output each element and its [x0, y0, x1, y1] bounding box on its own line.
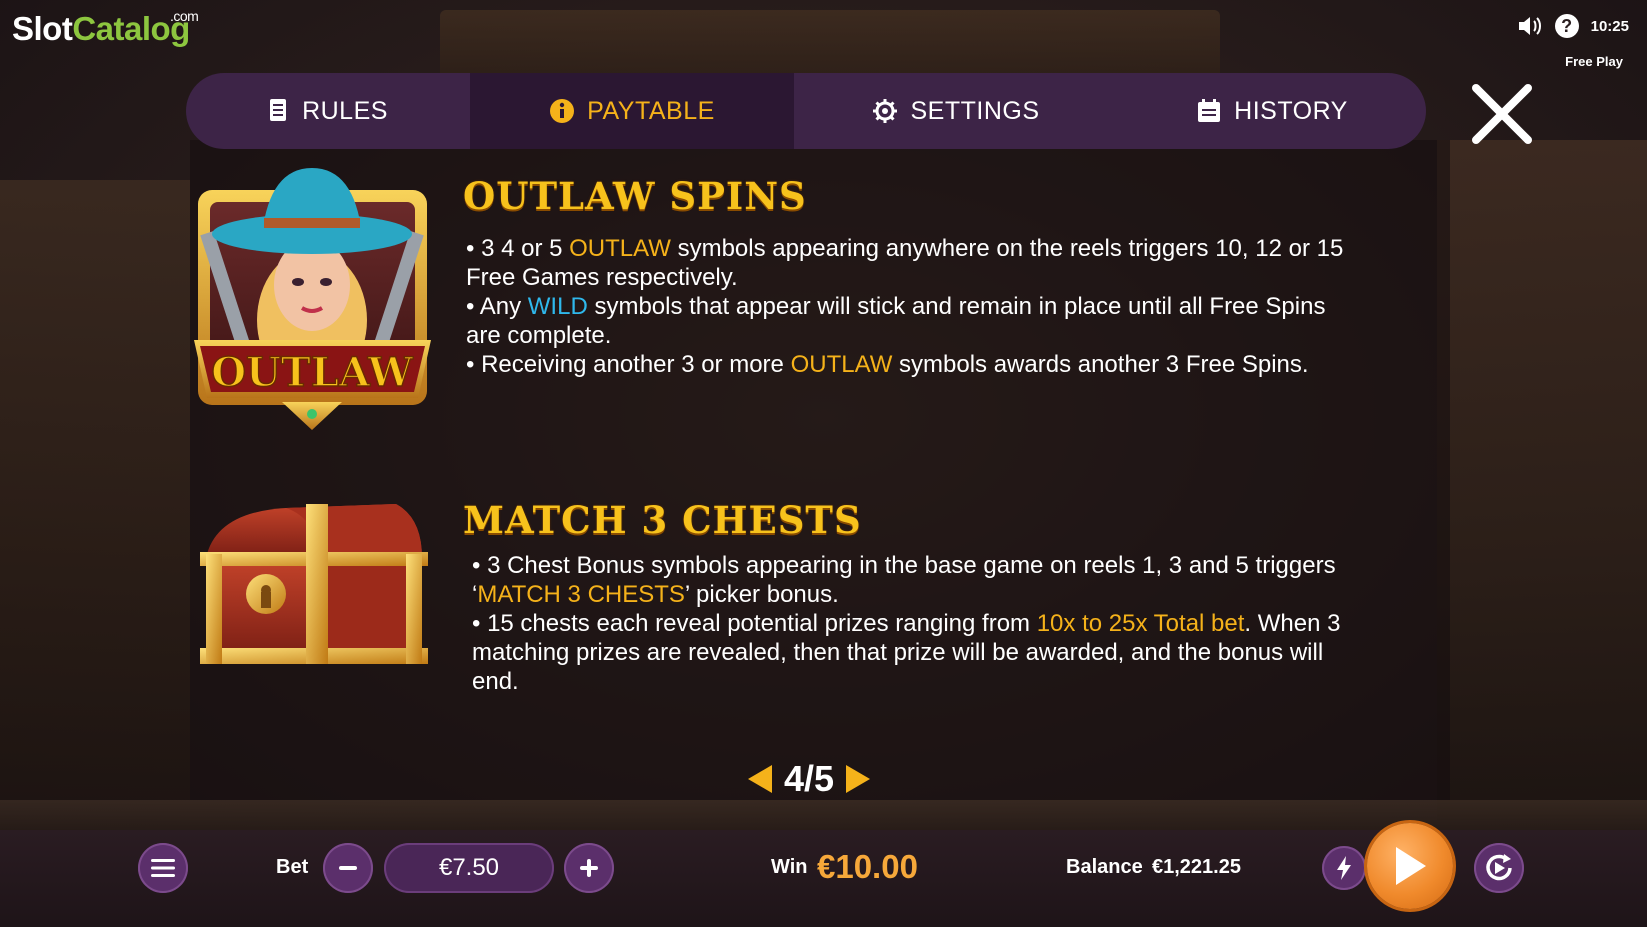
page-pagination: 4/5: [748, 758, 871, 800]
gear-icon: [873, 99, 898, 123]
background-sign: [440, 10, 1220, 80]
history-icon: [1198, 99, 1221, 122]
tab-settings[interactable]: SETTINGS: [794, 73, 1118, 149]
autoplay-icon: [1486, 854, 1512, 881]
increase-bet-button[interactable]: [564, 843, 614, 893]
rules-doc-icon: [270, 99, 287, 121]
plus-icon: [580, 859, 598, 877]
outlaw-spins-bullet-3: • Receiving another 3 or more OUTLAW sym…: [466, 350, 1346, 379]
text-span: • 3 4 or 5: [466, 235, 570, 262]
tab-settings-label: SETTINGS: [910, 96, 1040, 125]
minus-icon: [339, 866, 357, 870]
page-indicator: 4/5: [784, 758, 835, 799]
match-3-chests-highlight: MATCH 3 CHESTS: [477, 581, 685, 608]
logo-dotcom-text: .com: [170, 8, 199, 24]
win-amount: €10.00: [817, 848, 918, 885]
balance-amount: €1,221.25: [1152, 856, 1241, 878]
prize-range-highlight: 10x to 25x Total bet: [1036, 610, 1245, 637]
background-building-right: [1437, 140, 1647, 820]
outlaw-highlight: OUTLAW: [790, 351, 893, 378]
close-icon[interactable]: [1470, 82, 1534, 146]
text-span: symbols awards another 3 Free Spins.: [892, 351, 1309, 378]
prev-page-arrow-icon[interactable]: [748, 765, 772, 793]
match-3-chests-description: • 3 Chest Bonus symbols appearing in the…: [472, 551, 1342, 696]
autoplay-button[interactable]: [1474, 843, 1524, 893]
outlaw-spins-bullet-1: • 3 4 or 5 OUTLAW symbols appearing anyw…: [466, 234, 1346, 292]
play-icon: [1396, 847, 1426, 885]
outlaw-spins-description: • 3 4 or 5 OUTLAW symbols appearing anyw…: [466, 234, 1346, 379]
balance-label: Balance: [1066, 856, 1143, 878]
tab-history[interactable]: HISTORY: [1118, 73, 1426, 149]
status-area: ? 10:25: [1517, 14, 1629, 38]
match-3-chests-bullet-2: • 15 chests each reveal potential prizes…: [472, 609, 1342, 696]
menu-icon: [151, 859, 175, 877]
text-span: • 15 chests each reveal potential prizes…: [472, 610, 1037, 637]
outlaw-symbol-label: OUTLAW: [211, 349, 414, 396]
treasure-chest-image: [200, 504, 428, 664]
text-span: ’ picker bonus.: [684, 581, 839, 608]
help-icon[interactable]: ?: [1554, 14, 1579, 38]
menu-button[interactable]: [138, 843, 188, 893]
info-icon: [550, 99, 575, 123]
next-page-arrow-icon[interactable]: [846, 765, 871, 793]
slotcatalog-logo: SlotCatalog .com: [12, 8, 199, 48]
paytable-tab-bar: RULES PAYTABLE SETTINGS HISTORY: [186, 73, 1426, 149]
outlaw-spins-bullet-2: • Any WILD symbols that appear will stic…: [466, 292, 1346, 350]
lightning-icon: [1337, 856, 1351, 880]
match-3-chests-title: MATCH 3 CHESTS: [463, 498, 862, 542]
text-span: symbols that appear will stick and remai…: [466, 293, 1326, 349]
tab-history-label: HISTORY: [1234, 96, 1348, 125]
tab-rules[interactable]: RULES: [186, 73, 470, 149]
tab-paytable[interactable]: PAYTABLE: [470, 73, 794, 149]
background-building-left: [0, 180, 190, 800]
win-label: Win: [771, 856, 808, 878]
bet-label: Bet: [276, 856, 309, 878]
outlaw-spins-title: OUTLAW SPINS: [463, 174, 807, 218]
outlaw-symbol-image: OUTLAW: [194, 168, 431, 430]
free-play-label: Free Play: [1565, 54, 1623, 69]
tab-paytable-label: PAYTABLE: [587, 96, 715, 125]
tab-rules-label: RULES: [302, 96, 388, 125]
turbo-button[interactable]: [1322, 846, 1366, 890]
decrease-bet-button[interactable]: [323, 843, 373, 893]
spin-button[interactable]: [1367, 823, 1453, 909]
bet-value-display[interactable]: €7.50: [384, 843, 554, 893]
logo-slot-text: Slot: [12, 10, 73, 47]
speaker-icon[interactable]: [1517, 15, 1543, 37]
match-3-chests-bullet-1: • 3 Chest Bonus symbols appearing in the…: [472, 551, 1342, 609]
text-span: • Receiving another 3 or more: [466, 351, 791, 378]
wild-highlight: WILD: [527, 293, 588, 320]
text-span: • Any: [466, 293, 528, 320]
outlaw-highlight: OUTLAW: [569, 235, 671, 262]
clock: 10:25: [1590, 17, 1629, 35]
